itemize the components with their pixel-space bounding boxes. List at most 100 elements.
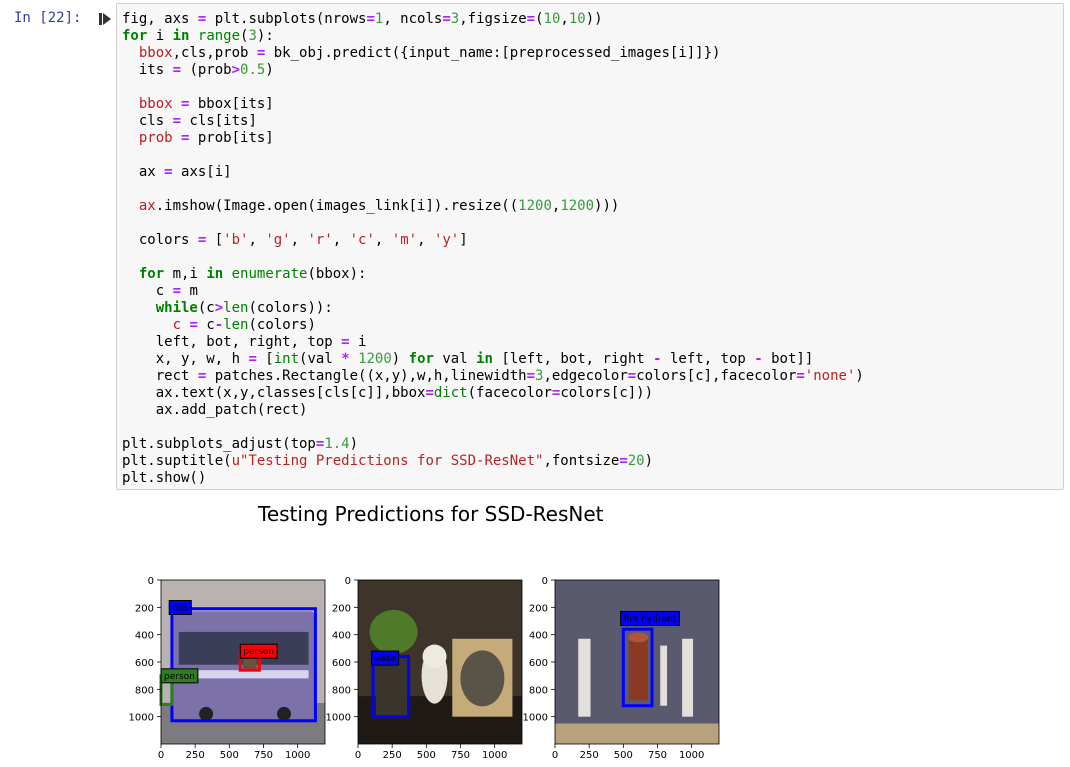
code-token: (facecolor <box>467 385 552 401</box>
subplot-2: vase 0 250 500 750 1000 0 200 400 600 800 1000 <box>326 576 523 761</box>
code-token: plt.suptitle( <box>122 453 232 469</box>
code-token: (c <box>197 300 215 316</box>
code-token: 'y' <box>433 232 460 248</box>
x-tick-label: 750 <box>254 750 273 761</box>
code-token: ,cls,prob <box>172 45 257 61</box>
x-tick-label: 250 <box>186 750 205 761</box>
y-tick-label: 600 <box>135 658 154 669</box>
code-token: ) <box>349 436 359 452</box>
run-cell-icon[interactable] <box>98 12 112 26</box>
y-tick-label: 1000 <box>326 713 351 724</box>
code-token: bbox <box>138 45 173 61</box>
code-token: ) <box>391 351 409 367</box>
code-token: ( <box>535 11 544 27</box>
code-token: .imshow(Image.open(images_link[i]).resiz… <box>155 198 519 214</box>
code-token: 20 <box>627 453 645 469</box>
y-tick-label: 200 <box>332 603 351 614</box>
code-line: cls = cls[its] <box>122 113 257 129</box>
code-token: enumerate <box>231 266 308 282</box>
y-tick-label: 400 <box>332 631 351 642</box>
code-token: ) <box>855 368 864 384</box>
code-token: - <box>653 351 662 367</box>
detection-label: person <box>243 647 274 657</box>
code-token: , <box>560 11 569 27</box>
x-tick-label: 1000 <box>285 750 310 761</box>
code-token: fig, axs <box>122 11 198 27</box>
code-token: , <box>417 232 434 248</box>
code-line: rect = patches.Rectangle((x,y),w,h,linew… <box>122 368 864 384</box>
code-line: fig, axs = plt.subplots(nrows=1, ncols=3… <box>122 11 603 27</box>
code-token: )) <box>585 11 603 27</box>
code-token: = <box>164 164 173 180</box>
code-cell[interactable]: fig, axs = plt.subplots(nrows=1, ncols=3… <box>116 3 1064 490</box>
code-token: = <box>425 385 434 401</box>
code-token: bot]] <box>762 351 814 367</box>
y-tick-label: 400 <box>529 631 548 642</box>
code-token: 10 <box>543 11 561 27</box>
x-tick-label: 250 <box>580 750 599 761</box>
cell-output: Testing Predictions for SSD-ResNet bus pe… <box>116 494 1064 763</box>
code-line: prob = prob[its] <box>122 130 274 146</box>
code-token: colors <box>122 232 198 248</box>
code-token: cls <box>122 113 173 129</box>
code-token: i <box>349 334 367 350</box>
code-token: ] <box>459 232 468 248</box>
x-tick-label: 1000 <box>679 750 704 761</box>
code-line: ax.add_patch(rect) <box>122 402 308 418</box>
code-token: rect <box>122 368 198 384</box>
y-tick-label: 200 <box>529 603 548 614</box>
code-token: in <box>476 351 493 367</box>
code-token: m <box>181 283 198 299</box>
detection-label: person <box>164 672 195 682</box>
code-token: 10 <box>568 11 586 27</box>
y-tick-label: 800 <box>529 685 548 696</box>
code-token: int <box>273 351 300 367</box>
code-token: for <box>138 266 165 282</box>
code-token: bk_obj.predict({input_name:[preprocessed… <box>265 45 721 61</box>
x-tick-label: 0 <box>552 750 558 761</box>
code-token: = <box>619 453 628 469</box>
y-tick-label: 400 <box>135 631 154 642</box>
code-token: u"Testing Predictions for SSD-ResNet" <box>231 453 544 469</box>
code-line: c = c-len(colors) <box>122 317 316 333</box>
code-token: > <box>214 300 224 316</box>
code-line: plt.suptitle(u"Testing Predictions for S… <box>122 453 653 469</box>
code-token: in <box>206 266 224 282</box>
code-line: x, y, w, h = [int(val * 1200) for val in… <box>122 351 814 367</box>
x-tick-label: 500 <box>417 750 436 761</box>
figure-canvas: bus person person 0 250 500 750 1000 0 200 400 600 8… <box>129 576 720 761</box>
code-token: (val <box>299 351 342 367</box>
code-token: c <box>172 317 182 333</box>
code-token: left, bot, right, top <box>122 334 342 350</box>
code-token: axs[i] <box>172 164 232 180</box>
code-token: ax.add_patch(rect) <box>122 402 308 418</box>
x-tick-label: 1000 <box>482 750 507 761</box>
figure-suptitle: Testing Predictions for SSD-ResNet <box>258 502 604 526</box>
code-token: plt.subplots_adjust(top <box>122 436 316 452</box>
y-tick-label: 1000 <box>129 713 154 724</box>
code-token: ) <box>265 62 274 78</box>
code-line: plt.show() <box>122 470 206 486</box>
code-token: > <box>231 62 241 78</box>
code-token: (colors) <box>248 317 316 333</box>
code-token: = <box>172 113 182 129</box>
code-line: its = (prob>0.5) <box>122 62 274 78</box>
code-token: 'c' <box>349 232 375 248</box>
code-token: 'm' <box>391 232 418 248</box>
code-token: plt.subplots(nrows <box>206 11 367 27</box>
subplot-1: bus person person 0 250 500 750 1000 0 200 400 600 8… <box>129 576 326 761</box>
code-token: while <box>155 300 198 316</box>
x-tick-label: 250 <box>383 750 402 761</box>
code-line: ax.text(x,y,classes[cls[c]],bbox=dict(fa… <box>122 385 653 401</box>
code-token: for <box>122 28 148 44</box>
code-editor[interactable]: fig, axs = plt.subplots(nrows=1, ncols=3… <box>122 11 864 487</box>
x-tick-label: 750 <box>451 750 470 761</box>
code-token: = <box>526 11 536 27</box>
code-token: 3 <box>450 11 460 27</box>
code-line: bbox = bbox[its] <box>122 96 274 112</box>
code-line: ax.imshow(Image.open(images_link[i]).res… <box>122 198 619 214</box>
